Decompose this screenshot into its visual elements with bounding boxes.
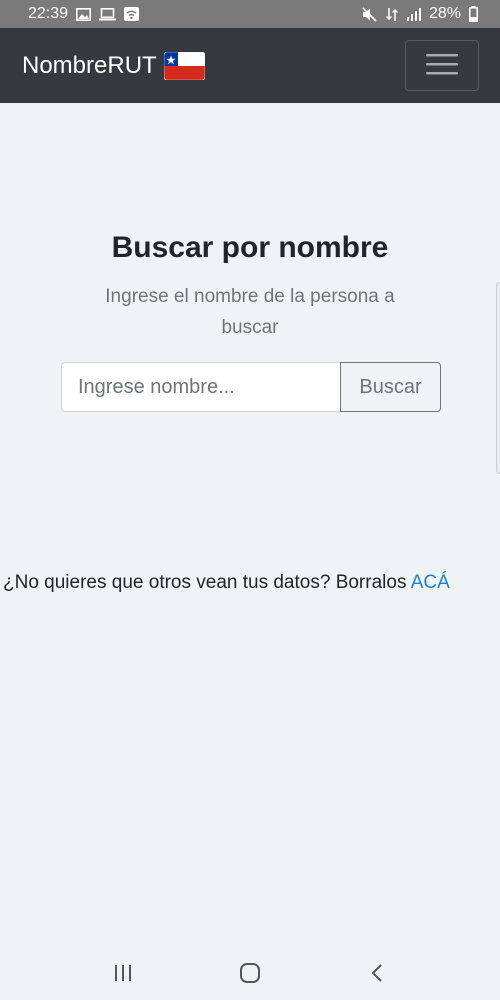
page-subtitle: Ingrese el nombre de la persona a buscar bbox=[105, 286, 395, 338]
battery-level: 28% bbox=[428, 5, 461, 22]
delete-data-notice: ¿No quieres que otros vean tus datos? Bo… bbox=[3, 572, 500, 594]
brand-name: NombreRUT bbox=[22, 51, 157, 79]
page-title: Buscar por nombre bbox=[111, 231, 389, 264]
status-left: 22:39 bbox=[28, 5, 140, 23]
battery-icon bbox=[469, 6, 478, 22]
search-form: Buscar bbox=[61, 362, 441, 412]
signal-icon bbox=[406, 6, 421, 22]
data-icon bbox=[385, 6, 399, 22]
delete-notice-text: ¿No quieres que otros vean tus datos? Bo… bbox=[3, 572, 411, 593]
brand-link[interactable]: NombreRUT bbox=[22, 51, 205, 80]
chile-flag-icon bbox=[163, 51, 205, 80]
main-content: Buscar por nombre Ingrese el nombre de l… bbox=[0, 103, 500, 945]
image-icon bbox=[76, 6, 92, 22]
menu-icon bbox=[426, 52, 458, 79]
name-search-input[interactable] bbox=[61, 362, 340, 412]
home-icon[interactable] bbox=[230, 953, 270, 993]
recents-icon[interactable] bbox=[103, 953, 143, 993]
search-button[interactable]: Buscar bbox=[340, 362, 441, 412]
wifi-notification-icon bbox=[124, 6, 140, 22]
status-right: 28% bbox=[362, 5, 478, 23]
scroll-indicator[interactable] bbox=[496, 282, 500, 474]
status-time: 22:39 bbox=[28, 5, 69, 22]
delete-data-link[interactable]: ACÁ bbox=[411, 572, 450, 593]
menu-toggle-button[interactable] bbox=[405, 40, 479, 91]
status-bar: 22:39 28% bbox=[0, 0, 500, 28]
top-navbar: NombreRUT bbox=[0, 28, 500, 103]
mute-icon bbox=[362, 6, 377, 22]
android-navigation-bar bbox=[0, 945, 500, 1000]
back-icon[interactable] bbox=[357, 953, 397, 993]
laptop-icon bbox=[99, 6, 117, 22]
